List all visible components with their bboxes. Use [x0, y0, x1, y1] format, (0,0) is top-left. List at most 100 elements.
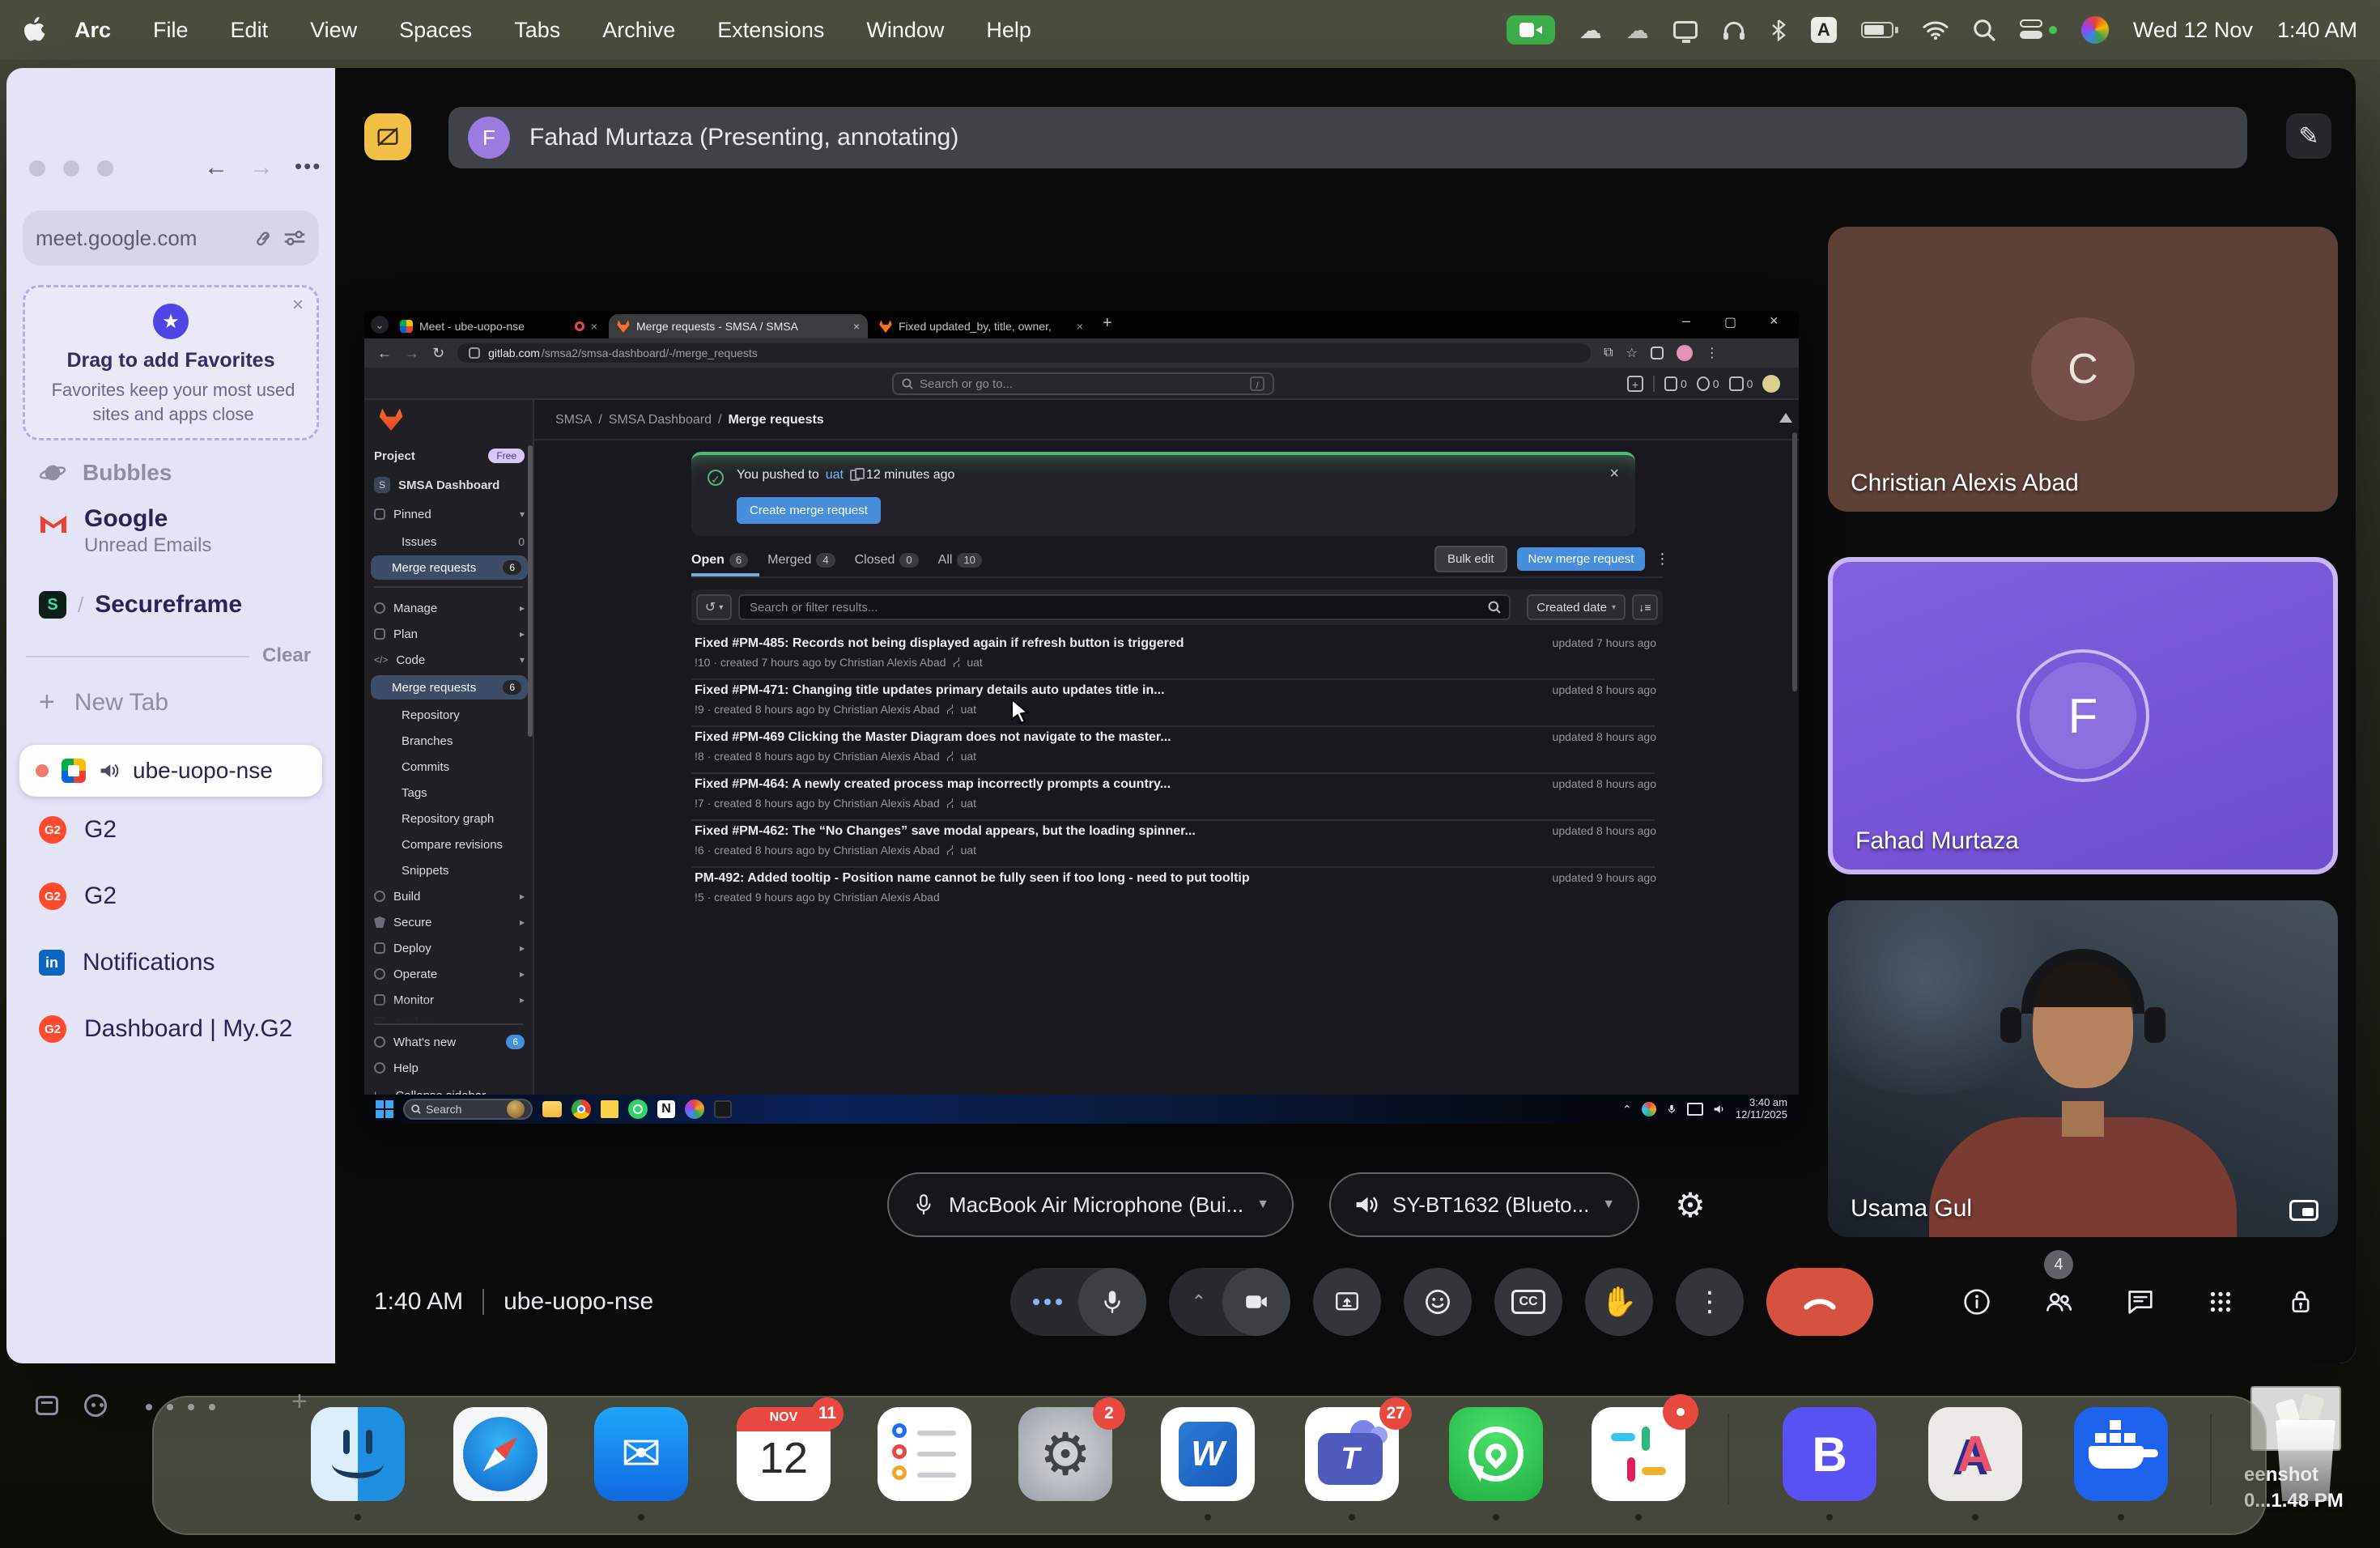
gitlab-collapse-sidebar[interactable]: |←Collapse sidebar — [374, 1085, 525, 1095]
control-center-icon[interactable] — [2019, 19, 2057, 40]
scroll-top-arrow-icon[interactable] — [1779, 413, 1792, 423]
tab-all[interactable]: All 10 — [938, 553, 982, 568]
dock-reminders[interactable] — [878, 1407, 971, 1501]
sort-direction-button[interactable]: ↓≡ — [1632, 594, 1658, 620]
participant-tile-usama[interactable]: Usama Gul — [1828, 900, 2338, 1237]
dark-app-icon[interactable] — [714, 1100, 732, 1118]
dock-word[interactable]: W — [1161, 1407, 1255, 1501]
close-tab-icon[interactable]: × — [1077, 320, 1083, 333]
recent-searches-button[interactable]: ↺ ▾ — [696, 594, 732, 620]
copy-link-icon[interactable] — [253, 228, 274, 249]
mr-row-title[interactable]: PM-492: Added tooltip - Position name ca… — [695, 871, 1250, 886]
dock-safari[interactable] — [453, 1407, 547, 1501]
tray-volume-icon[interactable] — [1713, 1103, 1726, 1116]
gitlab-nav-snippets[interactable]: Snippets — [374, 860, 525, 881]
raise-hand-button[interactable]: ✋ — [1585, 1268, 1653, 1336]
tray-color-icon[interactable] — [1641, 1102, 1656, 1116]
mr-row-title[interactable]: Fixed #PM-469 Clicking the Master Diagra… — [695, 730, 1171, 745]
office-icon[interactable] — [685, 1099, 704, 1119]
close-tab-icon[interactable]: × — [853, 320, 860, 333]
chrome-tab-1[interactable]: Meet - ube-uopo-nse × — [392, 314, 606, 338]
dock-slack[interactable] — [1592, 1394, 1698, 1501]
input-source-icon[interactable]: A — [1810, 17, 1837, 43]
mr-row-title[interactable]: Fixed #PM-464: A newly created process m… — [695, 777, 1171, 792]
dock-bolt-app[interactable]: B — [1783, 1407, 1876, 1501]
chat-panel-icon[interactable] — [2124, 1286, 2157, 1318]
gitlab-nav-repository-graph[interactable]: Repository graph — [374, 808, 525, 829]
options-kebab-icon[interactable]: ⋮ — [1655, 551, 1669, 568]
annotate-pen-button[interactable]: ✎ — [2286, 113, 2331, 159]
gitlab-nav-compare-revisions[interactable]: Compare revisions — [374, 834, 525, 855]
bluetooth-icon[interactable] — [1770, 19, 1787, 41]
present-button[interactable] — [1313, 1268, 1381, 1336]
user-avatar-icon[interactable] — [2080, 16, 2109, 44]
gitlab-nav-commits[interactable]: Commits — [374, 756, 525, 777]
browser-reload-icon[interactable]: ↻ — [432, 345, 444, 362]
menu-bar-date[interactable]: Wed 12 Nov — [2133, 18, 2253, 43]
sidebar-item-bubbles[interactable]: Bubbles — [39, 460, 172, 486]
new-tab-icon[interactable]: + — [1103, 314, 1112, 333]
gitlab-nav-code[interactable]: </> Code ▾ — [374, 649, 525, 670]
dock-teams[interactable]: T 27 — [1305, 1397, 1412, 1501]
sidebar-item-dashboard[interactable]: G2 Dashboard | My.G2 — [39, 1015, 292, 1043]
close-tab-icon[interactable]: × — [591, 320, 597, 333]
chrome-tab-3[interactable]: Fixed updated_by, title, owner, × — [871, 314, 1091, 338]
menu-archive[interactable]: Archive — [602, 18, 675, 43]
tab-merged[interactable]: Merged 4 — [767, 553, 835, 568]
file-explorer-icon[interactable] — [542, 1101, 562, 1117]
apple-logo-icon[interactable] — [23, 17, 45, 43]
menu-arc[interactable]: Arc — [74, 18, 111, 43]
dock-calendar[interactable]: NOV 12 11 — [737, 1397, 844, 1501]
meeting-details-icon[interactable] — [1961, 1286, 1993, 1318]
mic-toggle-button[interactable] — [1077, 1268, 1146, 1336]
create-new-icon[interactable]: + — [1627, 376, 1643, 392]
copy-icon[interactable] — [849, 468, 865, 481]
spotlight-search-icon[interactable] — [1973, 19, 1995, 41]
site-settings-icon[interactable] — [283, 228, 306, 248]
dock-docker[interactable] — [2074, 1407, 2168, 1501]
gitlab-nav-branches[interactable]: Branches — [374, 730, 525, 751]
tray-mic-icon[interactable] — [1666, 1102, 1677, 1116]
traffic-light-zoom[interactable] — [97, 160, 113, 176]
gitlab-help[interactable]: Help — [374, 1057, 525, 1078]
whatsapp-taskbar-icon[interactable] — [628, 1099, 648, 1119]
extensions-icon[interactable] — [1650, 347, 1664, 359]
menu-edit[interactable]: Edit — [231, 18, 269, 43]
sidebar-item-notifications[interactable]: in Notifications — [39, 949, 215, 976]
participant-tile-christian[interactable]: C Christian Alexis Abad — [1828, 227, 2338, 512]
gitlab-nav-tags[interactable]: Tags — [374, 782, 525, 803]
gitlab-nav-plan[interactable]: Plan ▸ — [374, 623, 525, 644]
wifi-icon[interactable] — [1923, 20, 1949, 40]
gitlab-nav-merge-requests-pinned[interactable]: Merge requests 6 — [371, 555, 528, 580]
close-icon[interactable]: × — [292, 294, 304, 317]
chrome-menu-icon[interactable]: ⋮ — [1706, 345, 1719, 361]
alert-branch-link[interactable]: uat — [826, 468, 844, 483]
mr-row-title[interactable]: Fixed #PM-471: Changing title updates pr… — [695, 683, 1165, 698]
pip-icon[interactable] — [2289, 1200, 2318, 1221]
dock-settings[interactable]: ⚙ 2 — [1018, 1397, 1125, 1501]
gitlab-nav-deploy[interactable]: Deploy ▸ — [374, 938, 525, 959]
window-minimize-icon[interactable]: – — [1682, 313, 1690, 330]
sidebar-item-google[interactable]: Google Unread Emails — [39, 505, 314, 557]
gitlab-logo-icon[interactable] — [379, 408, 403, 431]
tab-open[interactable]: Open 6 — [691, 553, 749, 568]
sticky-notes-icon[interactable] — [601, 1100, 618, 1118]
forward-button[interactable]: → — [249, 154, 274, 181]
create-merge-request-button[interactable]: Create merge request — [737, 497, 881, 524]
favorites-drop-zone[interactable]: × ★ Drag to add Favorites Favorites keep… — [23, 285, 319, 440]
gitlab-nav-operate[interactable]: Operate ▸ — [374, 963, 525, 985]
gitlab-nav-repository[interactable]: Repository — [374, 704, 525, 725]
activities-grid-icon[interactable] — [2205, 1286, 2236, 1317]
mic-more-options[interactable] — [1010, 1299, 1078, 1305]
tray-display-icon[interactable] — [1686, 1103, 1703, 1116]
gitlab-user-avatar[interactable] — [1762, 375, 1781, 393]
headphones-icon[interactable] — [1722, 19, 1746, 40]
audio-settings-gear-icon[interactable]: ⚙ — [1675, 1185, 1706, 1225]
share-icon[interactable]: ⧉ — [1604, 346, 1613, 360]
window-close-icon[interactable]: × — [1770, 313, 1779, 330]
gitlab-nav-secure[interactable]: Secure ▸ — [374, 912, 525, 933]
media-icon[interactable] — [84, 1394, 107, 1417]
sort-dropdown[interactable]: Created date ▾ — [1527, 594, 1626, 620]
tab-closed[interactable]: Closed 0 — [855, 553, 919, 568]
clear-tabs-button[interactable]: Clear — [262, 644, 311, 667]
